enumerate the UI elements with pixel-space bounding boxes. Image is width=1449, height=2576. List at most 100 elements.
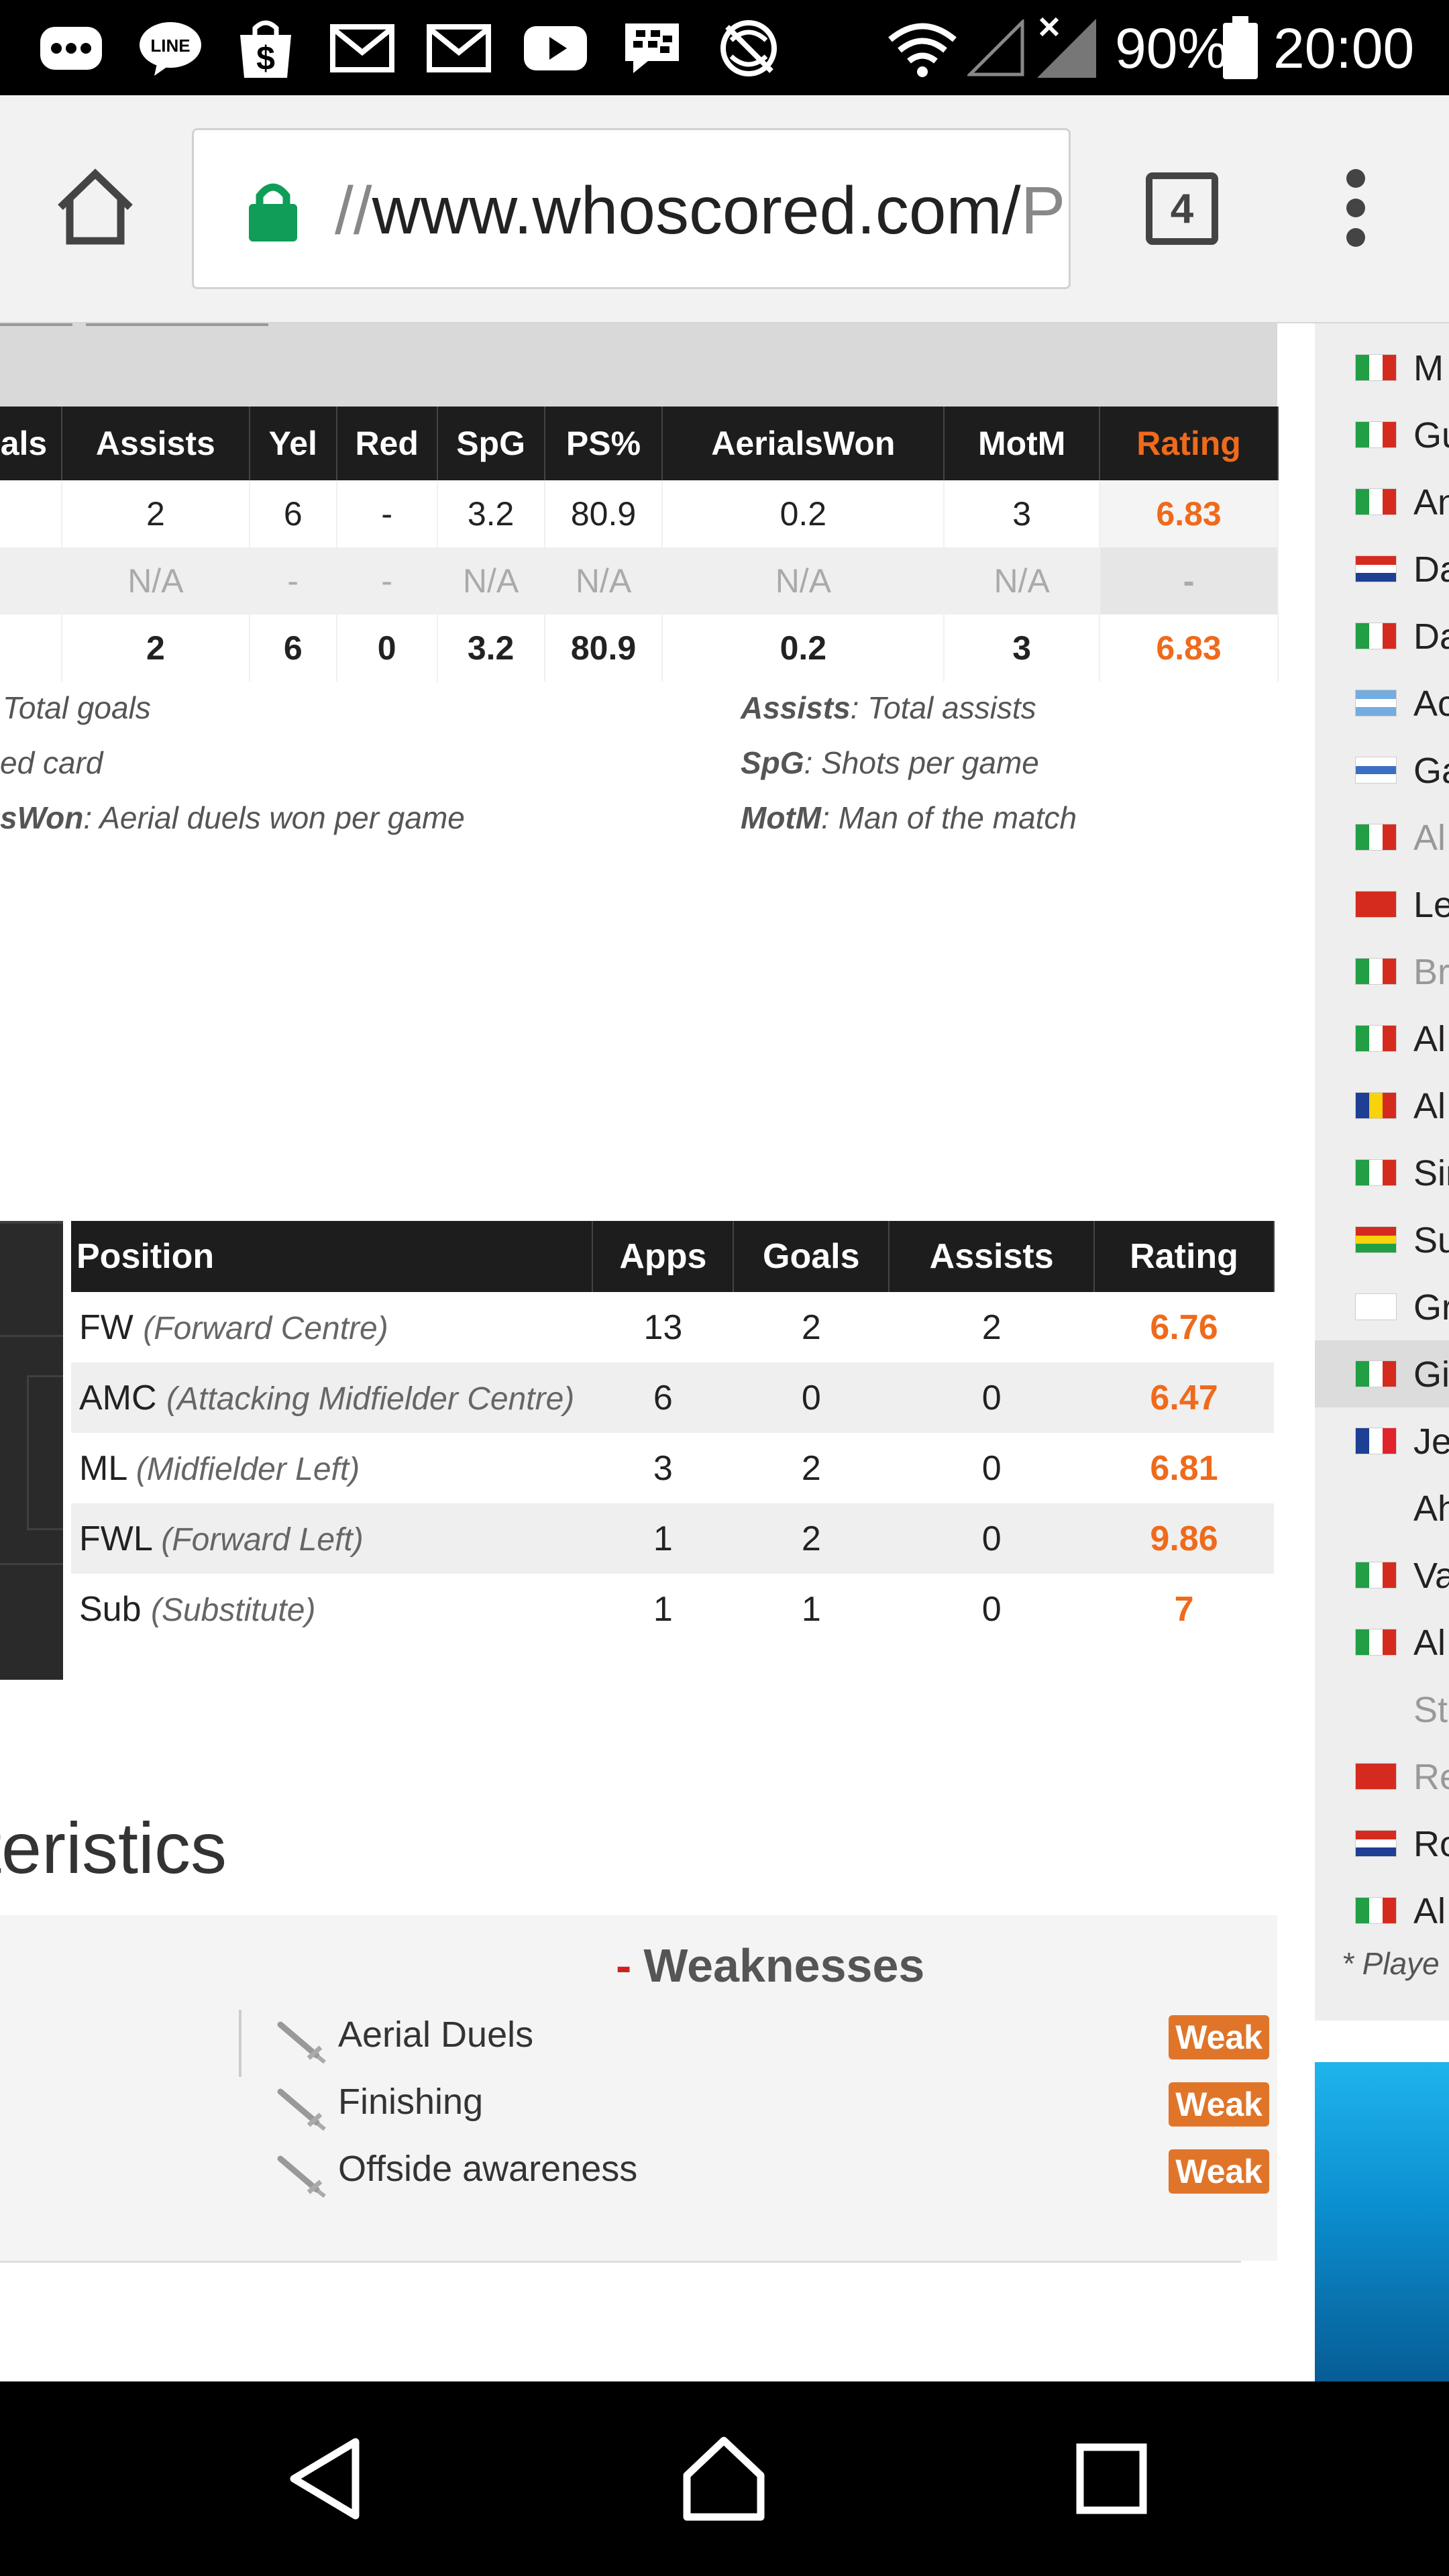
sidebar-player-item[interactable]: Al: [1315, 1877, 1449, 1944]
tab-switcher-button[interactable]: 4: [1146, 172, 1218, 245]
italy-flag-icon: [1355, 1562, 1397, 1589]
advertisement[interactable]: [1315, 2062, 1449, 2381]
sidebar-player-name: Re: [1413, 1757, 1449, 1797]
sidebar-player-item[interactable]: Al: [1315, 1609, 1449, 1676]
sidebar-player-name: Su: [1413, 1220, 1449, 1260]
back-icon[interactable]: [284, 2435, 365, 2526]
rating-value: 6.83: [1099, 614, 1279, 682]
col-aerials[interactable]: AerialsWon: [662, 407, 945, 480]
sidebar-player-name: Ro: [1413, 1824, 1449, 1864]
col-apps[interactable]: Apps: [592, 1221, 735, 1292]
gmail-icon: [425, 19, 492, 78]
wifi-icon: [885, 19, 959, 78]
sidebar-player-item[interactable]: Gr: [1315, 1273, 1449, 1340]
sidebar-player-item[interactable]: Va: [1315, 1542, 1449, 1609]
sidebar-player-item[interactable]: Le: [1315, 871, 1449, 938]
sidebar-player-item[interactable]: Re: [1315, 1743, 1449, 1810]
col-red[interactable]: Red: [336, 407, 438, 480]
legend-red: ed card: [0, 745, 103, 780]
url-text: //www.whoscored.com/P: [335, 173, 1066, 248]
positions-header-row: Position Apps Goals Assists Rating: [71, 1221, 1275, 1292]
italy-flag-icon: [1355, 824, 1397, 851]
battery-icon: [1220, 16, 1261, 79]
italy-flag-icon: [1355, 623, 1397, 649]
sidebar-player-name: Le: [1413, 885, 1449, 925]
sidebar-player-item[interactable]: Ah: [1315, 1474, 1449, 1542]
croatia-flag-icon: [1355, 555, 1397, 582]
sidebar-player-item[interactable]: Ga: [1315, 737, 1449, 804]
col-goals[interactable]: als: [0, 407, 62, 480]
italy-flag-icon: [1355, 1629, 1397, 1656]
legend-motm: MotM: Man of the match: [741, 800, 1077, 835]
stats-header-row: als Assists Yel Red SpG PS% AerialsWon M…: [0, 407, 1279, 480]
sidebar-player-item[interactable]: M: [1315, 334, 1449, 401]
col-motm[interactable]: MotM: [944, 407, 1101, 480]
col-assists[interactable]: Assists: [889, 1221, 1095, 1292]
sidebar-player-item[interactable]: Br: [1315, 938, 1449, 1005]
url-bar[interactable]: //www.whoscored.com/P: [192, 128, 1071, 289]
sidebar-player-item[interactable]: Al: [1315, 1005, 1449, 1072]
rating-value: 7: [1094, 1574, 1274, 1644]
sidebar-player-name: St: [1413, 1690, 1448, 1730]
sidebar-player-item[interactable]: Gu: [1315, 401, 1449, 468]
position-pitch: [0, 1221, 63, 1680]
signal-empty-icon: [966, 19, 1026, 78]
sidebar-player-item[interactable]: Je: [1315, 1407, 1449, 1474]
sidebar-player-item[interactable]: Da: [1315, 535, 1449, 602]
sidebar-player-name: Ac: [1413, 684, 1449, 724]
sidebar-player-item[interactable]: Gi: [1315, 1340, 1449, 1407]
recents-icon[interactable]: [1075, 2435, 1148, 2526]
col-rating[interactable]: Rating: [1099, 407, 1279, 480]
divider: [239, 2010, 241, 2077]
col-spg[interactable]: SpG: [437, 407, 545, 480]
romania-flag-icon: [1355, 1092, 1397, 1119]
italy-flag-icon: [1355, 1897, 1397, 1924]
sidebar-player-name: Gu: [1413, 415, 1449, 455]
sidebar-player-item[interactable]: Su: [1315, 1206, 1449, 1273]
col-goals[interactable]: Goals: [733, 1221, 890, 1292]
sidebar-player-item[interactable]: Al: [1315, 804, 1449, 871]
signal-no-data-icon: [1033, 17, 1100, 78]
col-assists[interactable]: Assists: [61, 407, 250, 480]
battery-percent: 90%: [1115, 17, 1228, 80]
legend-goals: Total goals: [3, 690, 151, 725]
positions-table: Position Apps Goals Assists Rating FW (F…: [71, 1221, 1275, 1644]
sidebar-player-name: Da: [1413, 549, 1449, 590]
home-icon[interactable]: [680, 2435, 767, 2526]
divider: [0, 2261, 1241, 2263]
croatia-flag-icon: [1355, 1830, 1397, 1857]
col-yellow[interactable]: Yel: [249, 407, 337, 480]
weak-badge: Weak: [1169, 2149, 1269, 2194]
youtube-icon: [522, 19, 589, 78]
more-icon: [35, 19, 107, 78]
sidebar-player-item[interactable]: Ac: [1315, 669, 1449, 737]
sidebar-player-name: Ah: [1413, 1489, 1449, 1529]
sidebar-player-name: Al: [1413, 818, 1446, 858]
system-nav-bar: [0, 2381, 1449, 2576]
overflow-menu-icon[interactable]: [1339, 169, 1373, 256]
sidebar-player-item[interactable]: Sir: [1315, 1139, 1449, 1206]
legend-assists: Assists: Total assists: [741, 690, 1036, 725]
table-row: FW (Forward Centre) 13 2 2 6.76: [71, 1292, 1274, 1362]
sidebar-player-item[interactable]: St: [1315, 1676, 1449, 1743]
sidebar-player-name: An: [1413, 482, 1449, 523]
weaknesses-heading: - Weaknesses: [616, 1939, 925, 1992]
rating-value: 6.47: [1094, 1362, 1274, 1433]
home-icon[interactable]: [54, 166, 138, 250]
sidebar-player-name: Br: [1413, 952, 1449, 992]
col-position[interactable]: Position: [71, 1221, 594, 1292]
col-ps[interactable]: PS%: [544, 407, 663, 480]
stats-summary-table: als Assists Yel Red SpG PS% AerialsWon M…: [0, 407, 1279, 682]
cyprus-flag-icon: [1355, 1293, 1397, 1320]
sidebar-player-item[interactable]: Ro: [1315, 1810, 1449, 1877]
no-sync-icon: [715, 19, 782, 78]
sidebar-footnote: * Playe: [1342, 1946, 1440, 1981]
sidebar-player-item[interactable]: Al: [1315, 1072, 1449, 1139]
sidebar-player-item[interactable]: An: [1315, 468, 1449, 535]
svg-text:LINE: LINE: [150, 36, 190, 56]
sidebar-player-name: Gr: [1413, 1287, 1449, 1328]
ghana-flag-icon: [1355, 1226, 1397, 1253]
sidebar-player-name: Al: [1413, 1623, 1446, 1663]
sidebar-player-item[interactable]: Da: [1315, 602, 1449, 669]
col-rating[interactable]: Rating: [1094, 1221, 1275, 1292]
